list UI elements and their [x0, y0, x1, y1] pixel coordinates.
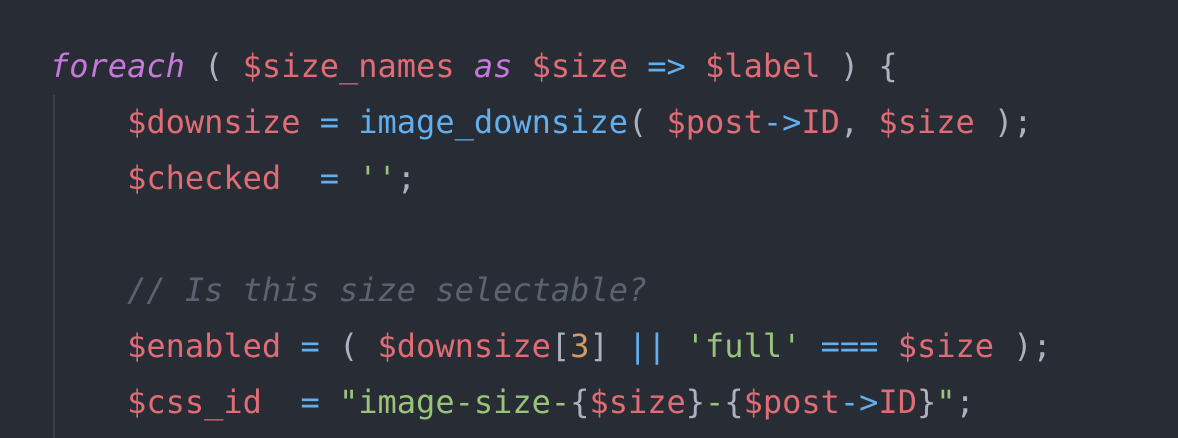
token-pn: [801, 327, 820, 365]
token-pn: }: [685, 383, 706, 421]
token-var: $size_names: [242, 47, 455, 85]
token-op: =: [300, 383, 320, 421]
token-pn: [339, 103, 358, 141]
token-pn: [512, 47, 531, 85]
token-pn: }: [916, 383, 937, 421]
token-var: $label: [705, 47, 821, 85]
token-pn: [50, 327, 127, 365]
token-var: $enabled: [127, 327, 282, 365]
token-str: ": [936, 383, 956, 421]
code-line[interactable]: $checked = '';: [50, 150, 1052, 206]
code-line[interactable]: $downsize = image_downsize( $post->ID, $…: [50, 94, 1052, 150]
code-line[interactable]: [50, 206, 1052, 262]
token-op: ->: [839, 383, 879, 421]
token-pn: ;: [396, 159, 417, 197]
token-pn: );: [994, 327, 1052, 365]
code-line[interactable]: // Is this size selectable?: [50, 262, 1052, 318]
token-var: ID: [801, 103, 840, 141]
token-op: ||: [627, 327, 667, 365]
token-pn: [262, 383, 301, 421]
token-kw: as: [473, 47, 513, 85]
token-str: '': [358, 159, 397, 197]
token-var: $size: [878, 103, 975, 141]
token-pn: ]: [589, 327, 628, 365]
token-pn: [281, 327, 300, 365]
token-pn: [667, 327, 686, 365]
token-pn: );: [974, 103, 1033, 141]
token-pn: {: [570, 383, 590, 421]
token-var: $downsize: [127, 103, 301, 141]
code-line[interactable]: $css_id = "image-size-{$size}-{$post->ID…: [50, 374, 1052, 430]
token-op: =>: [647, 47, 686, 85]
token-str: "image-size-: [338, 383, 571, 421]
token-var: $downsize: [377, 327, 551, 365]
token-kw: foreach: [50, 47, 185, 85]
token-var: $size: [531, 47, 628, 85]
token-op: ->: [762, 103, 802, 141]
token-pn: [: [550, 327, 571, 365]
token-var: ID: [878, 383, 917, 421]
token-pn: [320, 383, 339, 421]
token-str: 'full': [685, 327, 802, 365]
token-pn: ;: [955, 383, 975, 421]
token-pn: (: [184, 47, 243, 85]
token-pn: {: [724, 383, 744, 421]
token-op: =: [319, 103, 339, 141]
token-pn: ) {: [820, 47, 898, 85]
token-var: $post: [666, 103, 763, 141]
token-var: $size: [897, 327, 995, 365]
token-pn: [50, 383, 127, 421]
token-pn: [50, 103, 127, 141]
token-pn: [50, 159, 127, 197]
token-num: 3: [570, 327, 590, 365]
token-op: =: [319, 159, 339, 197]
token-var: $size: [589, 383, 686, 421]
token-pn: [50, 271, 127, 309]
token-var: $checked: [127, 159, 282, 197]
code-line[interactable]: foreach ( $size_names as $size => $label…: [50, 38, 1052, 94]
token-op: ===: [820, 327, 879, 365]
token-cm: // Is this size selectable?: [127, 271, 648, 309]
token-var: $css_id: [127, 383, 262, 421]
token-pn: (: [627, 103, 667, 141]
code-editor[interactable]: foreach ( $size_names as $size => $label…: [50, 38, 1052, 430]
token-op: =: [300, 327, 320, 365]
token-pn: [300, 103, 319, 141]
token-pn: [455, 47, 474, 85]
token-str: -: [705, 383, 725, 421]
token-pn: (: [319, 327, 378, 365]
token-pn: [686, 47, 705, 85]
code-line[interactable]: $enabled = ( $downsize[3] || 'full' === …: [50, 318, 1052, 374]
token-pn: [878, 327, 897, 365]
token-pn: [281, 159, 320, 197]
token-pn: [339, 159, 358, 197]
token-pn: [628, 47, 647, 85]
token-fn: image_downsize: [358, 103, 628, 141]
token-var: $post: [743, 383, 840, 421]
token-pn: ,: [839, 103, 879, 141]
